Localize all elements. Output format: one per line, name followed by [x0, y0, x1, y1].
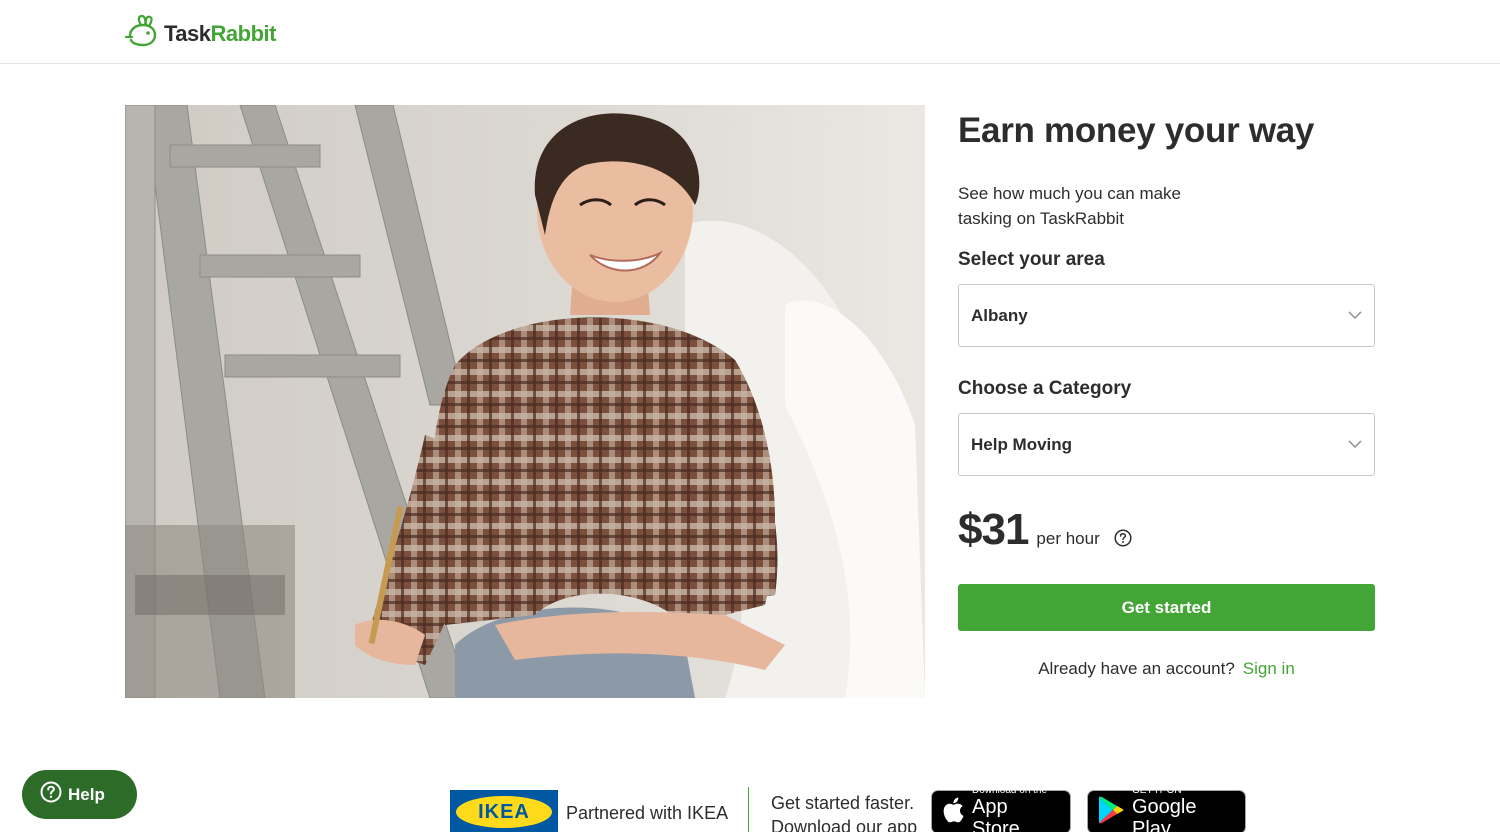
sign-in-link[interactable]: Sign in: [1243, 659, 1295, 678]
chevron-down-icon: [1348, 307, 1362, 325]
apple-icon: [942, 797, 964, 828]
footer: IKEA Partnered with IKEA Get started fas…: [0, 785, 1500, 832]
account-prompt: Already have an account?: [1038, 659, 1235, 678]
hourly-rate: $31 per hour: [958, 505, 1132, 555]
ikea-logo-word: IKEA: [478, 800, 530, 823]
earn-panel: Earn money your way See how much you can…: [958, 105, 1375, 678]
google-play-badge[interactable]: GET IT ON Google Play: [1087, 785, 1246, 832]
google-play-text: GET IT ON Google Play: [1132, 785, 1235, 832]
chevron-down-icon: [1348, 436, 1362, 454]
footer-divider: [748, 787, 749, 832]
app-store-text: Download on the App Store: [972, 785, 1060, 832]
taskrabbit-logo[interactable]: TaskRabbit: [124, 14, 276, 53]
get-started-button[interactable]: Get started: [958, 584, 1375, 631]
ikea-logo-oval: IKEA: [456, 796, 552, 828]
category-select[interactable]: Help Moving: [958, 413, 1375, 476]
google-play-icon: [1098, 796, 1124, 829]
app-store-badge[interactable]: Download on the App Store: [931, 785, 1071, 832]
logo-word-task: Task: [164, 20, 211, 46]
area-label: Select your area: [958, 249, 1105, 270]
question-circle-icon[interactable]: [1114, 529, 1132, 552]
area-select[interactable]: Albany: [958, 284, 1375, 347]
download-app-text: Get started faster. Download our app: [771, 791, 917, 832]
subtitle: See how much you can make tasking on Tas…: [958, 184, 1182, 228]
rabbit-logo-icon: [124, 14, 160, 53]
ikea-logo[interactable]: IKEA: [450, 790, 558, 832]
app-store-big: App Store: [972, 795, 1020, 832]
rate-unit: per hour: [1036, 529, 1100, 548]
area-select-value: Albany: [971, 305, 1028, 325]
page-title: Earn money your way: [958, 111, 1315, 150]
logo-word-rabbit: Rabbit: [210, 20, 277, 46]
rate-amount: $31: [958, 505, 1029, 554]
top-navbar: TaskRabbit: [0, 0, 1500, 64]
google-play-small: GET IT ON: [1132, 784, 1182, 796]
signin-row: Already have an account? Sign in: [958, 659, 1375, 679]
category-select-value: Help Moving: [971, 434, 1073, 454]
app-store-small: Download on the: [972, 784, 1048, 796]
google-play-big: Google Play: [1132, 795, 1197, 832]
download-line-2: Download our app: [771, 817, 918, 832]
category-label: Choose a Category: [958, 378, 1132, 399]
ikea-partner-text: Partnered with IKEA: [566, 803, 729, 823]
hero-photo: [125, 105, 925, 698]
download-line-1: Get started faster.: [771, 793, 915, 813]
logo-wordmark: TaskRabbit: [164, 21, 276, 47]
